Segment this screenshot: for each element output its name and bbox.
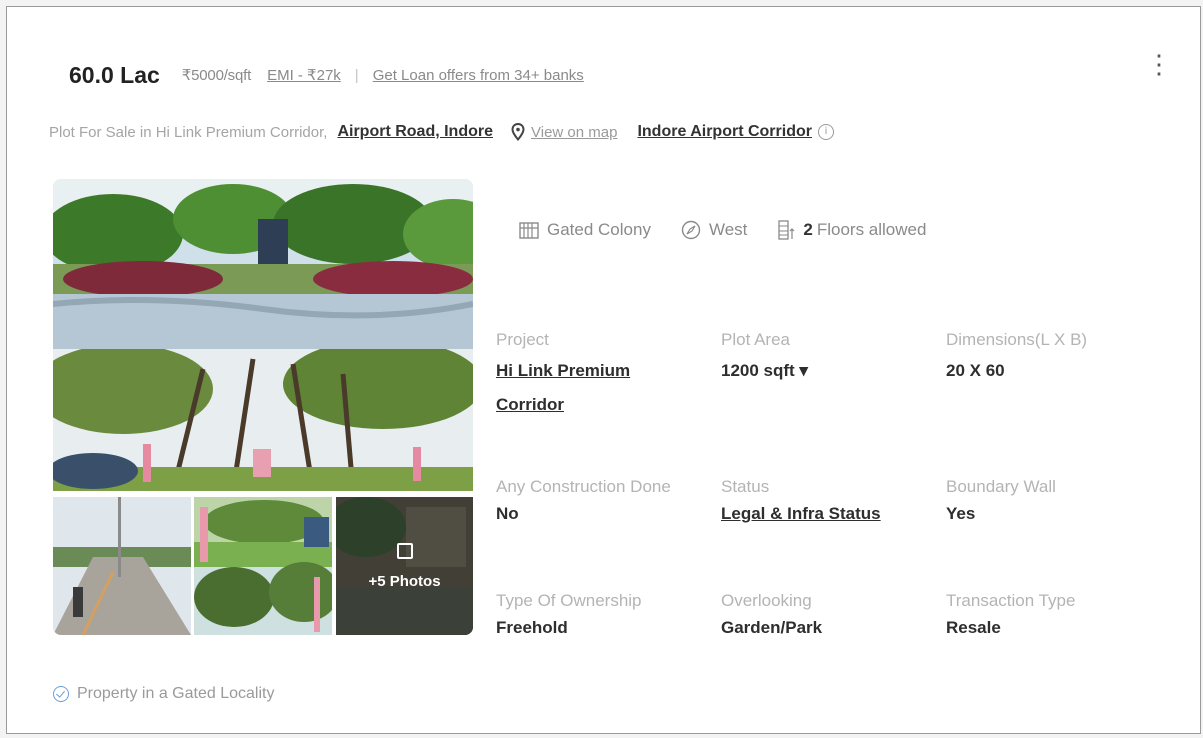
detail-transaction: Transaction Type Resale xyxy=(946,591,1176,645)
property-card[interactable]: 60.0 Lac ₹5000/sqft EMI - ₹27k | Get Loa… xyxy=(6,6,1201,734)
thumbnail-road[interactable] xyxy=(53,497,191,635)
locality-link[interactable]: Airport Road, Indore xyxy=(337,123,493,141)
detail-ownership: Type Of Ownership Freehold xyxy=(496,591,726,645)
project-link[interactable]: Hi Link Premium Corridor xyxy=(496,354,666,422)
photo-gallery: +5 Photos xyxy=(53,179,473,635)
garden-photo-top xyxy=(53,179,473,349)
detail-project: Project Hi Link Premium Corridor xyxy=(496,330,726,422)
detail-label: Overlooking xyxy=(721,591,812,610)
gated-locality-label: Property in a Gated Locality xyxy=(77,685,275,702)
photo-icon xyxy=(396,542,413,559)
check-circle-icon xyxy=(53,686,69,702)
more-vertical-icon[interactable]: ⋮ xyxy=(1146,51,1172,77)
amenity-floors: 2 Floors allowed xyxy=(777,219,926,241)
amenity-label: Floors allowed xyxy=(816,220,927,239)
amenity-facing: West xyxy=(681,220,747,240)
detail-label: Transaction Type xyxy=(946,591,1076,610)
view-on-map-link[interactable]: View on map xyxy=(531,124,617,141)
road-photo xyxy=(53,497,191,635)
legal-status-link[interactable]: Legal & Infra Status xyxy=(721,497,951,531)
amenities-row: Gated Colony West 2 Floors allowed xyxy=(519,219,926,241)
thumbnail-more-photos[interactable]: +5 Photos xyxy=(336,497,473,635)
detail-label: Project xyxy=(496,330,549,349)
corridor-link[interactable]: Indore Airport Corridor xyxy=(637,123,812,141)
more-photos-overlay[interactable]: +5 Photos xyxy=(336,497,473,635)
gated-locality-row: Property in a Gated Locality xyxy=(53,685,274,703)
transaction-value: Resale xyxy=(946,618,1001,637)
detail-label: Status xyxy=(721,477,770,496)
price-per-sqft: ₹5000/sqft xyxy=(181,67,252,84)
floors-count: 2 xyxy=(803,220,813,239)
detail-label: Dimensions(L X B) xyxy=(946,330,1088,349)
compass-icon xyxy=(681,220,701,240)
price-row: 60.0 Lac ₹5000/sqft EMI - ₹27k | Get Loa… xyxy=(69,57,584,93)
amenity-label: West xyxy=(708,220,748,239)
main-photo[interactable] xyxy=(53,179,473,491)
detail-boundary-wall: Boundary Wall Yes xyxy=(946,477,1176,531)
amenity-label: Gated Colony xyxy=(547,220,651,239)
detail-label: Any Construction Done xyxy=(496,477,671,496)
detail-overlooking: Overlooking Garden/Park xyxy=(721,591,951,645)
thumbnail-park[interactable] xyxy=(194,497,332,635)
detail-dimensions: Dimensions(L X B) 20 X 60 xyxy=(946,330,1176,388)
more-photos-label: +5 Photos xyxy=(368,572,441,590)
floors-icon xyxy=(778,220,795,240)
detail-plot-area: Plot Area 1200 sqft ▾ xyxy=(721,330,951,388)
plot-area-value[interactable]: 1200 sqft ▾ xyxy=(721,354,951,388)
ownership-value: Freehold xyxy=(496,618,568,637)
loan-offers-link[interactable]: Get Loan offers from 34+ banks xyxy=(373,67,584,84)
amenity-gated-colony: Gated Colony xyxy=(519,220,651,240)
detail-label: Plot Area xyxy=(721,330,790,349)
construction-value: No xyxy=(496,504,519,523)
detail-status: Status Legal & Infra Status xyxy=(721,477,951,531)
gated-colony-icon xyxy=(519,222,539,239)
price: 60.0 Lac xyxy=(69,61,160,88)
separator: | xyxy=(354,66,359,84)
info-icon[interactable]: i xyxy=(817,124,834,140)
emi-link[interactable]: EMI - ₹27k xyxy=(267,66,341,84)
map-pin-icon xyxy=(511,123,525,141)
location-row: Plot For Sale in Hi Link Premium Corrido… xyxy=(49,123,834,141)
overlooking-value: Garden/Park xyxy=(721,618,823,637)
park-photo xyxy=(194,497,332,635)
plot-title: Plot For Sale in Hi Link Premium Corrido… xyxy=(49,123,328,141)
detail-label: Boundary Wall xyxy=(946,477,1056,496)
dimensions-value: 20 X 60 xyxy=(946,361,1005,380)
detail-label: Type Of Ownership xyxy=(496,591,642,610)
boundary-wall-value: Yes xyxy=(946,504,976,523)
detail-construction: Any Construction Done No xyxy=(496,477,726,531)
garden-photo-bottom xyxy=(53,349,473,491)
